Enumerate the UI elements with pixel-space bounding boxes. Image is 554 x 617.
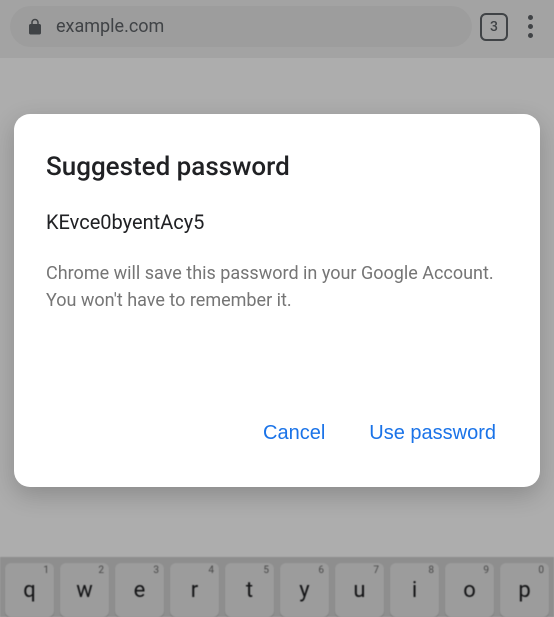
dialog-actions: Cancel Use password: [46, 414, 508, 463]
suggested-password-value: KEvce0byentAcy5: [46, 210, 508, 234]
suggested-password-dialog: Suggested password KEvce0byentAcy5 Chrom…: [14, 114, 540, 487]
dialog-description: Chrome will save this password in your G…: [46, 260, 508, 314]
dialog-title: Suggested password: [46, 152, 508, 182]
use-password-button[interactable]: Use password: [365, 414, 500, 453]
cancel-button[interactable]: Cancel: [259, 414, 329, 453]
